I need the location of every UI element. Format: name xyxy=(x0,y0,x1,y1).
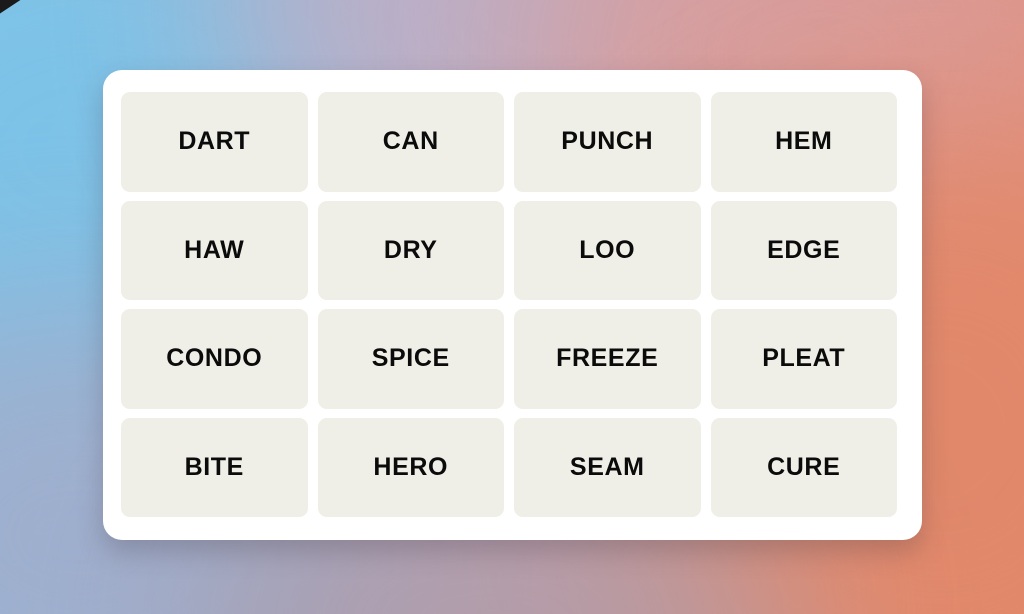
word-tile[interactable]: PLEAT xyxy=(710,309,897,409)
word-tile[interactable]: PUNCH xyxy=(514,92,701,192)
puzzle-card: DART CAN PUNCH HEM HAW DRY LOO EDGE CONDO SPICE FR… xyxy=(103,70,922,540)
puzzle-screenshot: DART CAN PUNCH HEM HAW DRY LOO EDGE CONDO SPICE FR… xyxy=(0,0,1024,614)
word-tile[interactable]: SPICE xyxy=(317,309,504,409)
word-tile[interactable]: HERO xyxy=(317,417,504,517)
word-tile[interactable]: EDGE xyxy=(710,200,897,300)
word-tile[interactable]: CAN xyxy=(317,92,504,192)
word-grid: DART CAN PUNCH HEM HAW DRY LOO EDGE CONDO SPICE FR… xyxy=(121,92,897,517)
word-tile[interactable]: FREEZE xyxy=(514,309,701,409)
word-tile[interactable]: DRY xyxy=(317,200,504,300)
word-tile[interactable]: BITE xyxy=(121,417,308,517)
word-tile[interactable]: SEAM xyxy=(514,417,701,517)
word-tile[interactable]: HAW xyxy=(121,200,308,300)
word-tile[interactable]: CONDO xyxy=(121,309,308,409)
word-tile[interactable]: HEM xyxy=(710,92,897,192)
word-tile[interactable]: CURE xyxy=(710,417,897,517)
word-tile[interactable]: LOO xyxy=(514,200,701,300)
word-tile[interactable]: DART xyxy=(121,92,308,192)
